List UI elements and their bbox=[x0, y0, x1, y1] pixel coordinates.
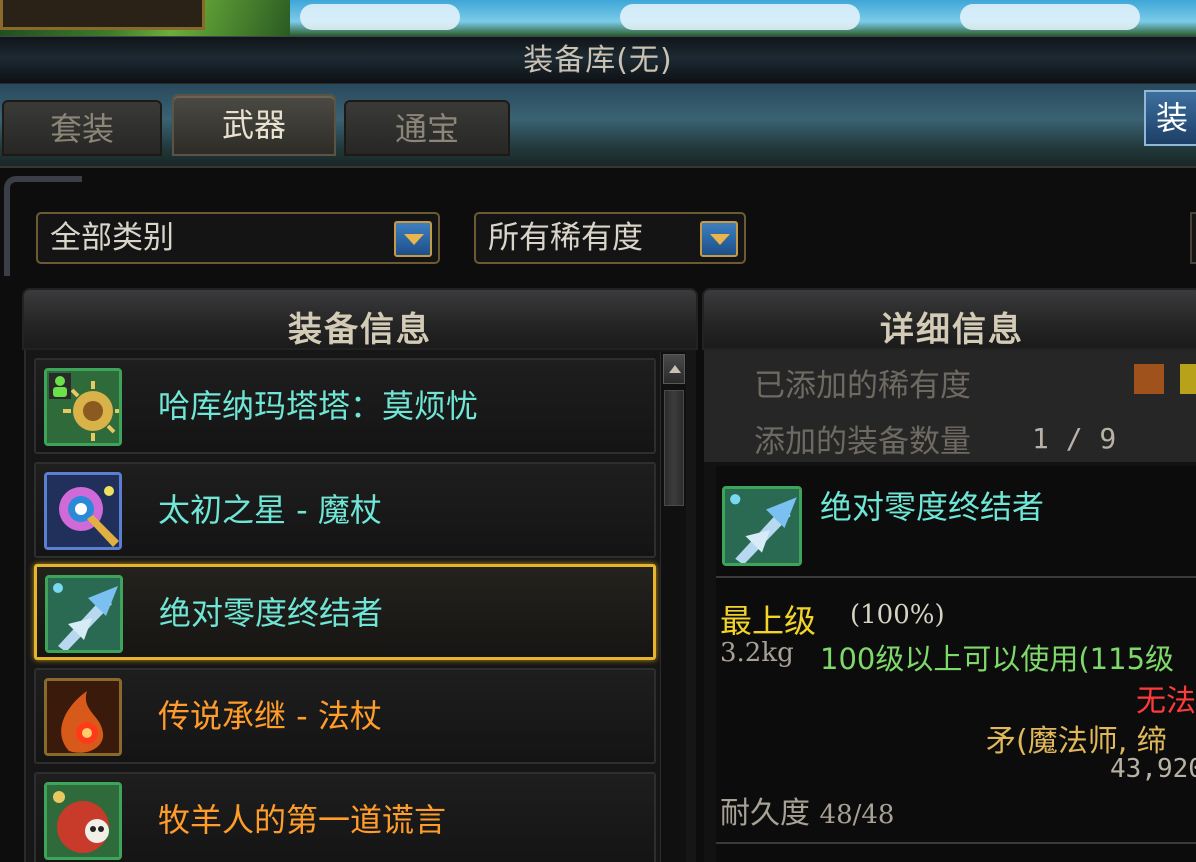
flame-staff-icon bbox=[44, 678, 122, 756]
detail-panel: 已添加的稀有度 添加的装备数量 1 / 9 绝对零度终结者 最上级 (100%)… bbox=[704, 350, 1196, 862]
tab-set[interactable]: 套装 bbox=[2, 100, 162, 156]
item-name: 传说承继 - 法杖 bbox=[158, 697, 382, 735]
list-item[interactable]: 太初之星 - 魔杖 bbox=[34, 462, 656, 558]
cloud-decoration bbox=[620, 4, 860, 30]
item-name: 太初之星 - 魔杖 bbox=[158, 491, 382, 529]
list-header-title: 装备信息 bbox=[288, 310, 432, 350]
list-header: 装备信息 bbox=[22, 288, 698, 350]
frame-decoration bbox=[0, 0, 205, 30]
window-title: 装备库(无) bbox=[523, 43, 673, 78]
equipment-list: 哈库纳玛塔塔：莫烦忧 太初之星 - 魔杖 绝对零度终结者 传说承继 - 法杖 牧… bbox=[24, 350, 696, 862]
cloud-decoration bbox=[960, 4, 1140, 30]
added-count-label: 添加的装备数量 bbox=[754, 424, 971, 460]
item-detail-card: 绝对零度终结者 最上级 (100%) 3.2kg 100级以上可以使用(115级… bbox=[716, 466, 1196, 862]
durability-label: 耐久度 bbox=[720, 796, 810, 831]
rarity-swatch-yellow bbox=[1180, 364, 1196, 394]
divider bbox=[716, 576, 1196, 578]
item-grade-percent: (100%) bbox=[850, 600, 945, 630]
chevron-down-icon[interactable] bbox=[394, 221, 432, 257]
skull-creature-icon bbox=[44, 782, 122, 860]
scroll-up-icon[interactable] bbox=[663, 354, 685, 384]
added-rarity-label: 已添加的稀有度 bbox=[754, 368, 971, 404]
detail-header: 详细信息 bbox=[702, 288, 1196, 350]
tab-weapon[interactable]: 武器 bbox=[172, 94, 336, 156]
rarity-dropdown[interactable]: 所有稀有度 bbox=[474, 212, 746, 264]
ice-spear-icon bbox=[722, 486, 802, 566]
cloud-decoration bbox=[300, 4, 460, 30]
ice-spear-icon bbox=[45, 575, 123, 653]
chevron-down-icon[interactable] bbox=[700, 221, 738, 257]
durability-value: 48/48 bbox=[819, 800, 895, 830]
detail-summary: 已添加的稀有度 添加的装备数量 1 / 9 bbox=[704, 350, 1196, 462]
list-item[interactable]: 哈库纳玛塔塔：莫烦忧 bbox=[34, 358, 656, 454]
item-price: 43,920 bbox=[1110, 754, 1196, 784]
item-weight: 3.2kg bbox=[720, 638, 794, 668]
item-name: 绝对零度终结者 bbox=[159, 594, 384, 632]
detail-header-title: 详细信息 bbox=[880, 310, 1024, 350]
window-titlebar[interactable]: 装备库(无) bbox=[0, 36, 1196, 84]
category-dropdown-value: 全部类别 bbox=[50, 220, 174, 256]
list-item[interactable]: 牧羊人的第一道谎言 bbox=[34, 772, 656, 862]
rarity-dropdown-value: 所有稀有度 bbox=[488, 220, 643, 256]
sun-creature-icon bbox=[44, 368, 122, 446]
added-count-value: 1 / 9 bbox=[1032, 422, 1117, 455]
item-durability: 耐久度 48/48 bbox=[720, 788, 894, 832]
item-unusable-text: 无法 bbox=[1136, 684, 1196, 719]
divider bbox=[716, 842, 1196, 844]
category-dropdown[interactable]: 全部类别 bbox=[36, 212, 440, 264]
item-grade: 最上级 bbox=[720, 602, 817, 640]
tab-bar: 套装 武器 通宝 装 bbox=[0, 84, 1196, 172]
edge-control bbox=[1190, 212, 1196, 264]
detail-item-name: 绝对零度终结者 bbox=[820, 488, 1045, 526]
list-item-selected[interactable]: 绝对零度终结者 bbox=[34, 564, 656, 660]
list-item[interactable]: 传说承继 - 法杖 bbox=[34, 668, 656, 764]
item-level-requirement: 100级以上可以使用(115级 bbox=[820, 642, 1175, 676]
item-name: 牧羊人的第一道谎言 bbox=[158, 801, 447, 839]
tab-tongbao[interactable]: 通宝 bbox=[344, 100, 510, 156]
star-wand-icon bbox=[44, 472, 122, 550]
item-name: 哈库纳玛塔塔：莫烦忧 bbox=[158, 387, 479, 425]
equip-button[interactable]: 装 bbox=[1144, 90, 1196, 146]
background-scene bbox=[0, 0, 1196, 36]
scroll-thumb[interactable] bbox=[664, 390, 684, 506]
list-scrollbar[interactable] bbox=[660, 352, 686, 862]
rarity-swatch-orange bbox=[1134, 364, 1164, 394]
